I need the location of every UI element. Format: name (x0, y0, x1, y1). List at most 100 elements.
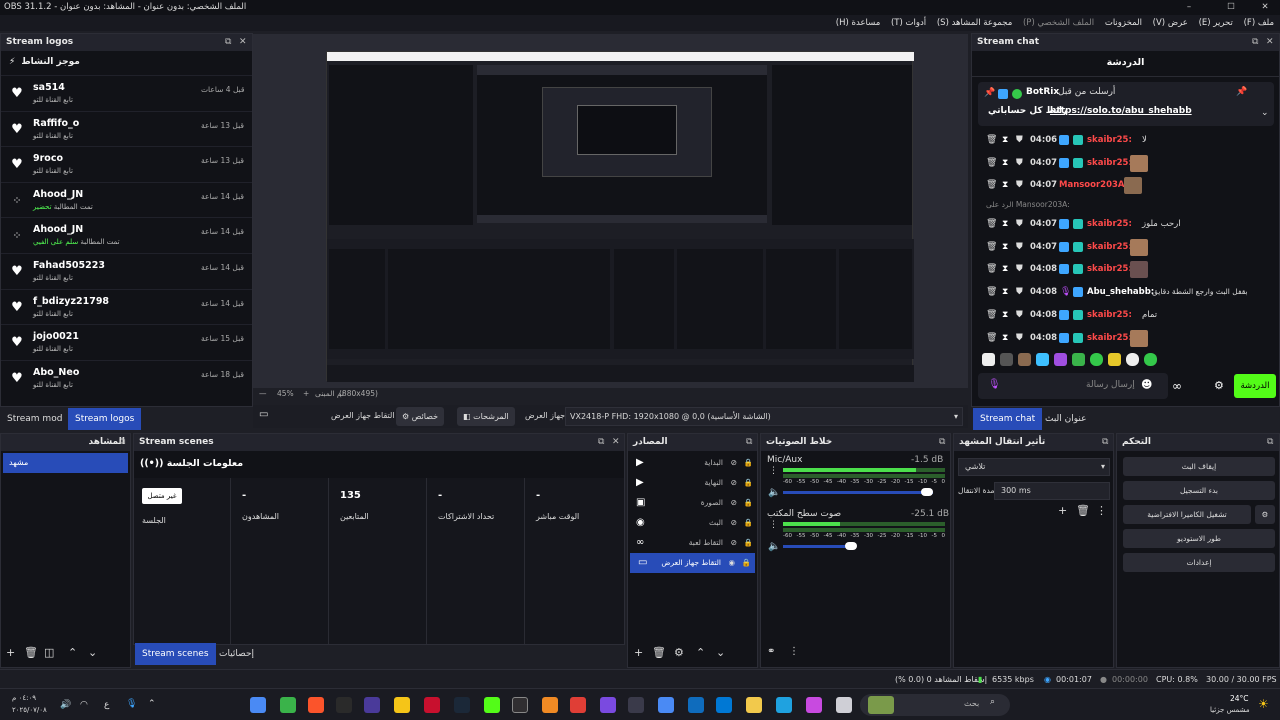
menu-docks[interactable]: المخزونات (1105, 15, 1142, 31)
zoom-in-icon[interactable]: + (303, 388, 309, 400)
emote-icon[interactable] (1126, 353, 1139, 366)
volume-slider[interactable] (783, 491, 933, 494)
float-icon[interactable]: ⧉ (119, 434, 125, 451)
app-icon[interactable] (570, 697, 586, 713)
tab-stream-mod[interactable]: Stream mod (0, 408, 69, 430)
edge-icon[interactable] (776, 697, 792, 713)
timeout-icon[interactable]: ⧗ (1002, 174, 1008, 197)
float-icon[interactable]: ⧉ (598, 434, 604, 451)
tab-stats[interactable]: إحصائيات (212, 643, 261, 665)
rockstar-icon[interactable] (394, 697, 410, 713)
trash-icon[interactable]: 🗑 (986, 129, 997, 152)
emote-icon[interactable] (1054, 353, 1067, 366)
menu-edit[interactable]: تحرير (E) (1199, 15, 1233, 31)
zoom-out-icon[interactable]: — (259, 388, 267, 400)
source-item[interactable]: ◉ البث ⊘ 🔒 (628, 513, 757, 533)
timeout-icon[interactable]: ⧗ (1002, 327, 1008, 350)
network-icon[interactable]: ◠ (80, 700, 88, 710)
lock-icon[interactable]: 🔒 (744, 473, 753, 493)
timeout-icon[interactable]: ⧗ (1002, 258, 1008, 281)
duration-field[interactable]: 300 ms (994, 482, 1110, 500)
chrome-icon[interactable] (658, 697, 674, 713)
app-icon[interactable] (424, 697, 440, 713)
menu-tools[interactable]: أدوات (T) (891, 15, 926, 31)
language-indicator[interactable]: ع (104, 700, 109, 710)
filters-button[interactable]: ◧ المرشحات (457, 407, 515, 426)
add-icon[interactable]: + (1058, 504, 1067, 517)
emote-icon[interactable] (1000, 353, 1013, 366)
trash-icon[interactable]: 🗑 (986, 304, 997, 327)
lock-icon[interactable]: 🔒 (744, 453, 753, 473)
timeout-icon[interactable]: ⧗ (1002, 281, 1008, 304)
start-recording-button[interactable]: بدء التسجيل (1123, 481, 1275, 500)
eye-off-icon[interactable]: ⊘ (731, 493, 737, 513)
search-box[interactable]: بحث ⌕ (860, 694, 1010, 716)
eye-off-icon[interactable]: ⊘ (731, 473, 737, 493)
pin-icon[interactable]: 📌 (1236, 87, 1247, 97)
trash-icon[interactable]: 🗑 (986, 236, 997, 259)
scene-item[interactable]: مشهد (3, 453, 128, 473)
timeout-icon[interactable]: ⧗ (1002, 236, 1008, 259)
lock-icon[interactable]: 🔒 (744, 513, 753, 533)
preview-canvas[interactable] (253, 34, 968, 388)
menu-scene-collection[interactable]: مجموعة المشاهد (S) (937, 15, 1012, 31)
trash-icon[interactable]: 🗑 (986, 327, 997, 350)
lock-icon[interactable]: 🔒 (744, 533, 753, 553)
store-icon[interactable] (716, 697, 732, 713)
trash-icon[interactable]: 🗑 (986, 281, 997, 304)
arrow-up-icon[interactable]: ⌃ (68, 646, 77, 659)
weather-icon[interactable]: ☀ (1258, 697, 1269, 711)
trash-icon[interactable]: 🗑 (1076, 504, 1090, 517)
trash-icon[interactable]: 🗑 (986, 213, 997, 236)
more-icon[interactable]: ⋮ (769, 466, 778, 476)
speaker-icon[interactable]: 🔈 (768, 487, 780, 498)
close-icon[interactable]: ✕ (239, 34, 247, 51)
gear-icon[interactable]: ⚙ (674, 646, 684, 659)
trash-icon[interactable]: 🗑 (986, 152, 997, 175)
epic-games-icon[interactable] (336, 697, 352, 713)
source-item-selected[interactable]: ▭ التقاط جهاز العرض ◉ 🔒 (630, 553, 755, 573)
outlook-icon[interactable] (688, 697, 704, 713)
app-icon[interactable] (364, 697, 380, 713)
timeout-icon[interactable]: ⧗ (1002, 129, 1008, 152)
float-icon[interactable]: ⧉ (225, 34, 231, 51)
filter-icon[interactable]: ◫ (44, 646, 54, 659)
maximize-icon[interactable]: ☐ (1218, 0, 1244, 15)
source-item[interactable]: ▶ النهاية ⊘ 🔒 (628, 473, 757, 493)
stop-streaming-button[interactable]: إيقاف البث (1123, 457, 1275, 476)
source-item[interactable]: ▶ البداية ⊘ 🔒 (628, 453, 757, 473)
float-icon[interactable]: ⧉ (1267, 434, 1273, 451)
obs-icon[interactable] (512, 697, 528, 713)
close-icon[interactable]: ✕ (1252, 0, 1278, 15)
close-icon[interactable]: ✕ (1266, 34, 1274, 51)
volume-icon[interactable]: 🔊 (60, 700, 71, 710)
task-view-icon[interactable] (836, 697, 852, 713)
mic-icon[interactable]: 🎙 (126, 699, 137, 709)
transition-select[interactable]: تلاشي ▾ (958, 458, 1110, 476)
eye-off-icon[interactable]: ⊘ (731, 453, 737, 473)
trash-icon[interactable]: 🗑 (986, 258, 997, 281)
emote-icon[interactable] (1144, 353, 1157, 366)
emoji-icon[interactable]: ☻ (1141, 378, 1152, 391)
menu-file[interactable]: ملف (F) (1244, 15, 1274, 31)
timeout-icon[interactable]: ⧗ (1002, 213, 1008, 236)
xbox-icon[interactable] (280, 697, 296, 713)
studio-mode-button[interactable]: طور الاستوديو (1123, 529, 1275, 548)
chevron-up-icon[interactable]: ⌃ (148, 699, 156, 709)
copilot-icon[interactable] (806, 697, 822, 713)
arrow-down-icon[interactable]: ⌄ (88, 646, 97, 659)
float-icon[interactable]: ⧉ (939, 434, 945, 451)
tab-stream-logos[interactable]: Stream logos (68, 408, 142, 430)
emote-icon[interactable] (1108, 353, 1121, 366)
settings-button[interactable]: إعدادات (1123, 553, 1275, 572)
infinity-icon[interactable]: ∞ (1172, 379, 1182, 393)
eye-icon[interactable]: ◉ (728, 553, 735, 573)
link-icon[interactable]: ⚭ (767, 646, 775, 657)
eye-off-icon[interactable]: ⊘ (731, 533, 737, 553)
volume-handle[interactable] (845, 542, 857, 550)
app-icon[interactable] (600, 697, 616, 713)
app-icon[interactable] (542, 697, 558, 713)
more-icon[interactable]: ⋮ (1096, 504, 1107, 517)
source-item[interactable]: ▣ الصورة ⊘ 🔒 (628, 493, 757, 513)
trash-icon[interactable]: 🗑 (652, 646, 666, 659)
